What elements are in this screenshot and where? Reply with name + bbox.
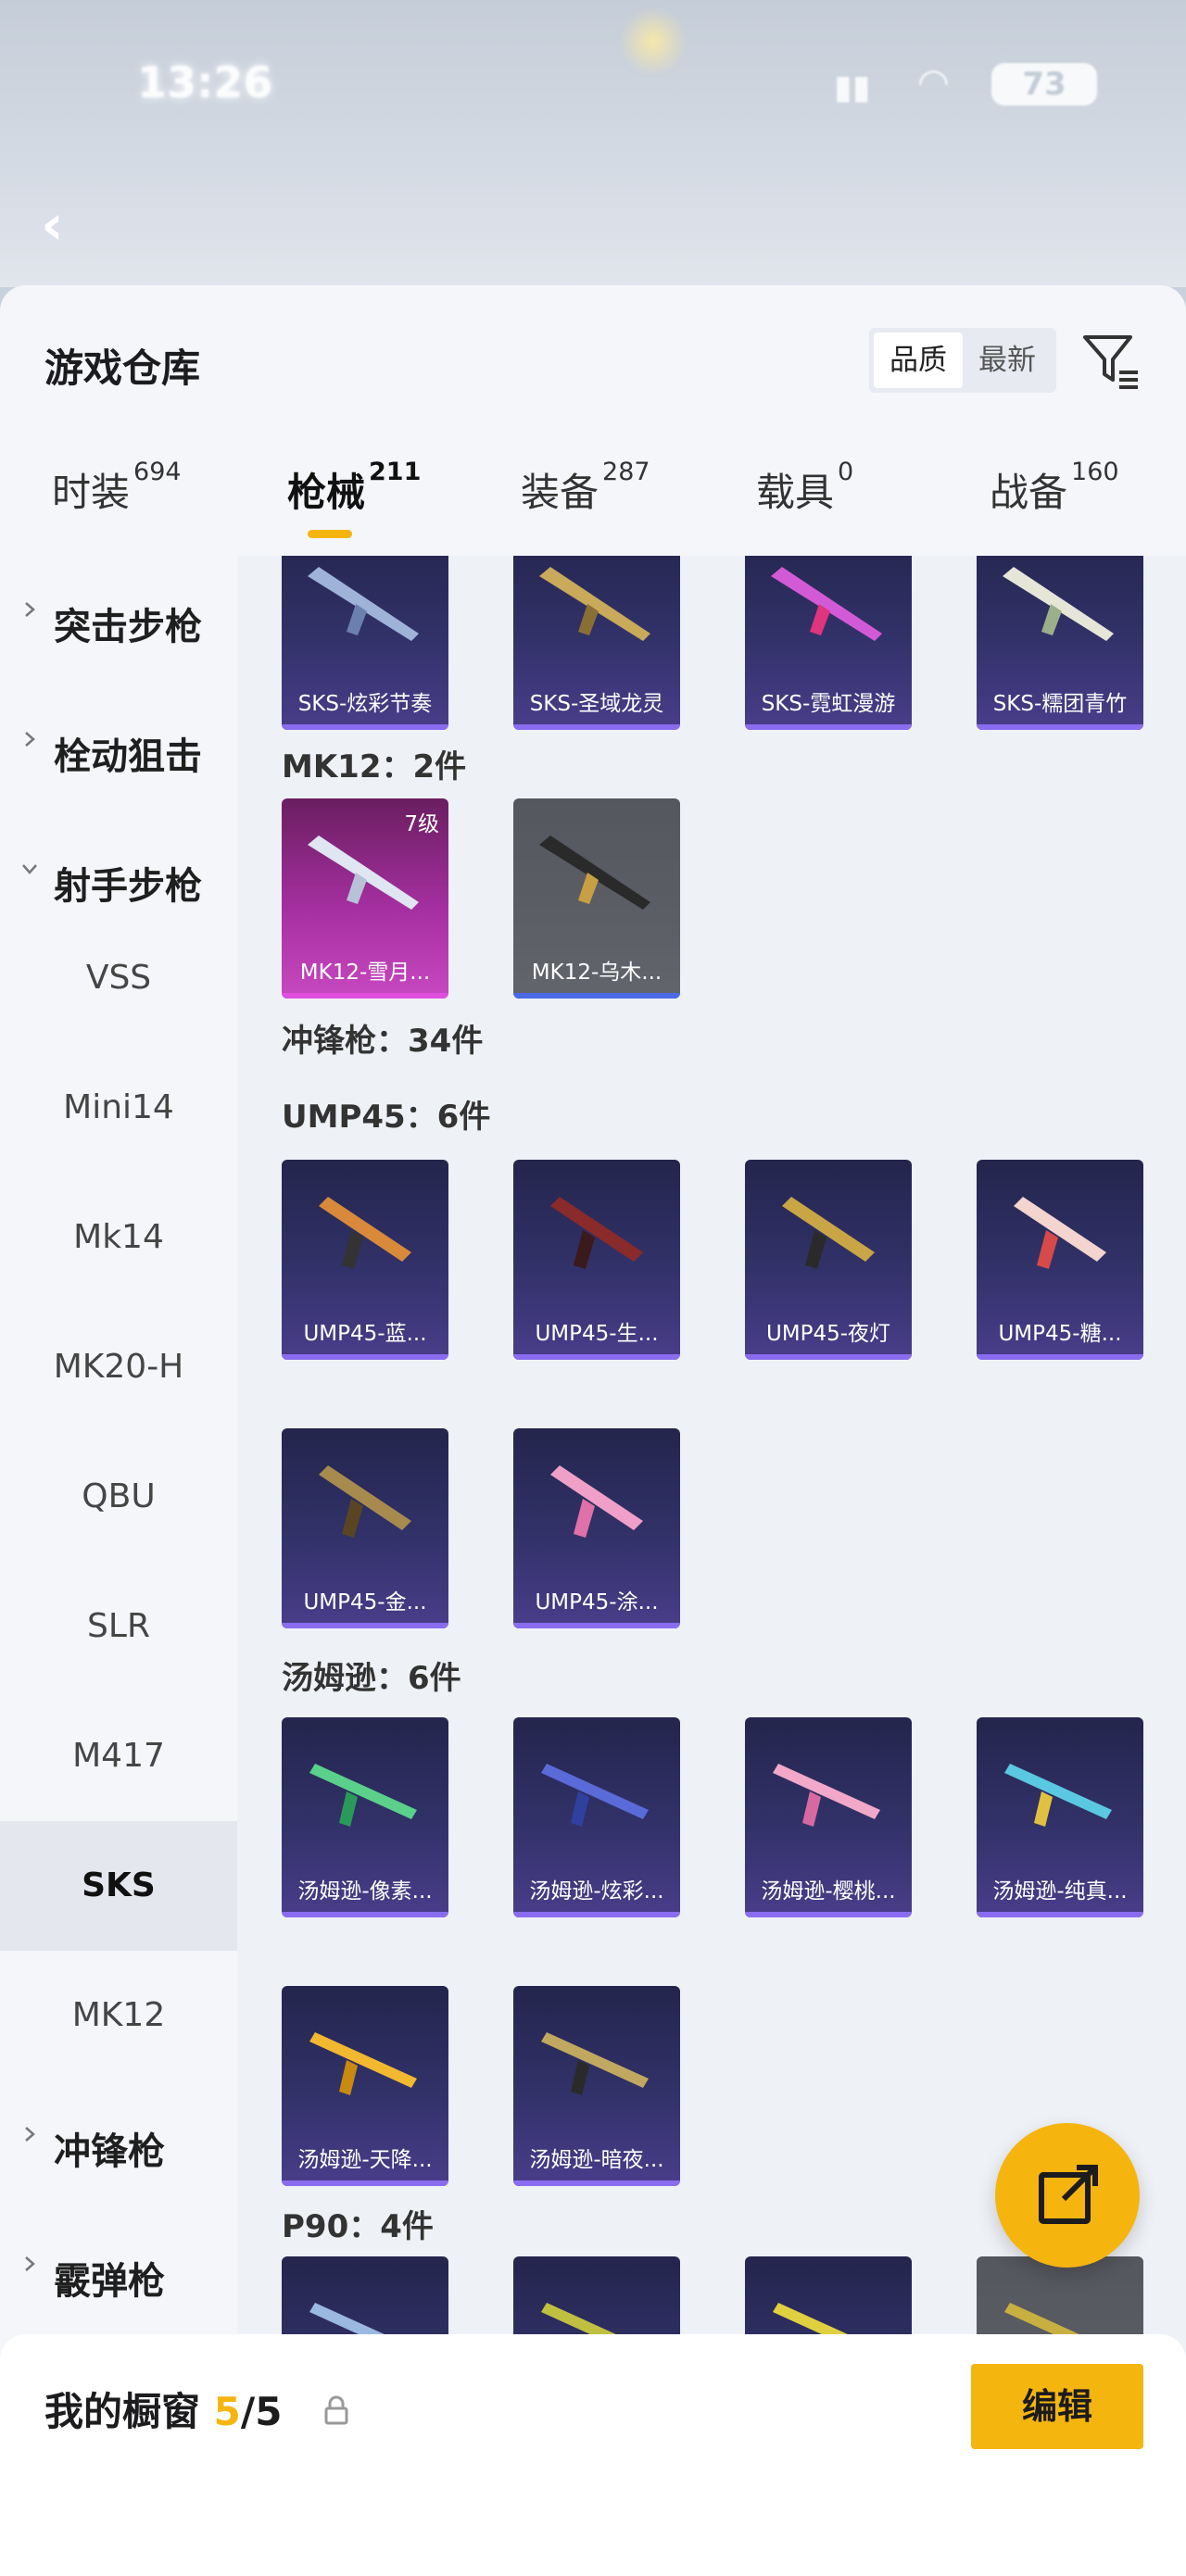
smg-icon: [550, 1197, 643, 1269]
smg-icon: [309, 2032, 417, 2095]
weapon-type-sidebar: 突击步枪 栓动狙击 射手步枪 VSS Mini14 Mk14 MK20-H QB…: [0, 556, 237, 2557]
item-card[interactable]: UMP45-蓝...: [282, 1160, 448, 1360]
signal-icon: ▮▮: [834, 69, 871, 107]
rifle-icon: [771, 567, 882, 641]
page-title: 游戏仓库: [44, 346, 201, 391]
filter-icon[interactable]: [1082, 332, 1140, 391]
item-card[interactable]: 汤姆逊-樱桃...: [745, 1717, 912, 1917]
item-card[interactable]: 汤姆逊-纯真...: [977, 1717, 1143, 1917]
tab-equipment[interactable]: 装备 287: [521, 458, 650, 518]
tab-guns[interactable]: 枪械 211: [287, 458, 421, 518]
item-card[interactable]: SKS-糯团青竹: [977, 556, 1143, 730]
sidebar-sub-mk20h[interactable]: MK20-H: [0, 1302, 237, 1432]
chevron-down-icon: [22, 864, 37, 874]
rifle-icon: [308, 836, 419, 910]
sidebar-sub-vss[interactable]: VSS: [0, 913, 237, 1043]
sidebar-sub-mk12[interactable]: MK12: [0, 1951, 237, 2080]
sidebar-sub-mini14[interactable]: Mini14: [0, 1043, 237, 1173]
wifi-icon: ◠: [917, 61, 950, 104]
decor-blob: [616, 9, 690, 74]
item-card[interactable]: 7级 MK12-雪月...: [282, 798, 448, 999]
item-card[interactable]: 汤姆逊-像素...: [282, 1717, 448, 1917]
item-card[interactable]: UMP45-金...: [282, 1428, 448, 1628]
category-tabs: 时装 694 枪械 211 装备 287 载具 0 战备 160: [0, 458, 1186, 554]
sidebar-sub-slr[interactable]: SLR: [0, 1562, 237, 1691]
item-card[interactable]: UMP45-涂...: [513, 1428, 680, 1628]
chevron-right-icon: [25, 602, 35, 617]
section-smg: 冲锋枪：34件: [282, 1023, 484, 1060]
smg-icon: [319, 1197, 411, 1269]
rifle-icon: [308, 567, 419, 641]
item-card[interactable]: SKS-圣域龙灵: [513, 556, 680, 730]
share-button[interactable]: [995, 2123, 1140, 2268]
share-icon: [1039, 2165, 1098, 2224]
item-card[interactable]: SKS-霓虹漫游: [745, 556, 912, 730]
smg-icon: [550, 1465, 643, 1538]
item-card[interactable]: UMP45-糖...: [977, 1160, 1143, 1360]
rifle-icon: [1003, 567, 1114, 641]
sheet-header: 游戏仓库 品质 最新 时装 694 枪械 211 装备 287 载具 0 战备 …: [0, 285, 1186, 556]
status-bar: 13:26 ▮▮ ◠ 73 ‹: [0, 0, 1186, 287]
chevron-right-icon: [25, 732, 35, 747]
rifle-icon: [539, 567, 650, 641]
sidebar-sub-sks[interactable]: SKS: [0, 1821, 237, 1951]
sidebar-sub-m417[interactable]: M417: [0, 1691, 237, 1821]
edit-button[interactable]: 编辑: [971, 2364, 1143, 2449]
sort-newest[interactable]: 最新: [963, 333, 1052, 388]
back-icon[interactable]: ‹: [41, 193, 64, 258]
sidebar-sub-qbu[interactable]: QBU: [0, 1432, 237, 1562]
sidebar-item-smg[interactable]: 冲锋枪: [0, 2114, 237, 2179]
smg-icon: [1014, 1197, 1106, 1269]
item-card[interactable]: 汤姆逊-炫彩...: [513, 1717, 680, 1917]
tab-supplies[interactable]: 战备 160: [990, 458, 1119, 518]
smg-icon: [319, 1465, 411, 1538]
sort-quality[interactable]: 品质: [874, 333, 963, 388]
smg-icon: [309, 1764, 417, 1827]
sidebar-item-shotgun[interactable]: 霰弹枪: [0, 2243, 237, 2308]
item-card[interactable]: SKS-炫彩节奏: [282, 556, 448, 730]
showcase-label: 我的橱窗 5/5: [44, 2389, 283, 2434]
tab-vehicles[interactable]: 载具 0: [756, 458, 853, 518]
item-card[interactable]: UMP45-夜灯: [745, 1160, 912, 1360]
item-card[interactable]: 汤姆逊-暗夜...: [513, 1986, 680, 2186]
item-card[interactable]: UMP45-生...: [513, 1160, 680, 1360]
rifle-icon: [539, 836, 650, 910]
smg-icon: [782, 1197, 875, 1269]
lock-icon: [324, 2395, 348, 2425]
smg-icon: [1004, 1764, 1112, 1827]
battery-icon: 73: [991, 63, 1097, 106]
section-thompson: 汤姆逊：6件: [282, 1660, 461, 1697]
chevron-right-icon: [25, 2256, 35, 2271]
section-p90: P90：4件: [282, 2208, 434, 2245]
item-card[interactable]: 汤姆逊-天降...: [282, 1986, 448, 2186]
smg-icon: [541, 1764, 649, 1827]
section-ump45: UMP45：6件: [282, 1099, 491, 1136]
active-tab-indicator: [308, 530, 352, 538]
item-card[interactable]: MK12-乌木...: [513, 798, 680, 999]
smg-icon: [773, 1764, 880, 1827]
sidebar-sub-mk14[interactable]: Mk14: [0, 1173, 237, 1302]
status-time: 13:26: [137, 57, 273, 107]
sidebar-item-marksman-rifle[interactable]: 射手步枪: [0, 848, 237, 913]
section-mk12: MK12：2件: [282, 748, 467, 785]
chevron-right-icon: [25, 2127, 35, 2142]
tab-fashion[interactable]: 时装 694: [52, 458, 182, 518]
sidebar-item-bolt-sniper[interactable]: 栓动狙击: [0, 719, 237, 784]
smg-icon: [541, 2032, 649, 2095]
sort-toggle: 品质 最新: [869, 328, 1056, 393]
sidebar-item-assault-rifle[interactable]: 突击步枪: [0, 589, 237, 654]
showcase-bar: 我的橱窗 5/5 编辑: [0, 2334, 1186, 2576]
